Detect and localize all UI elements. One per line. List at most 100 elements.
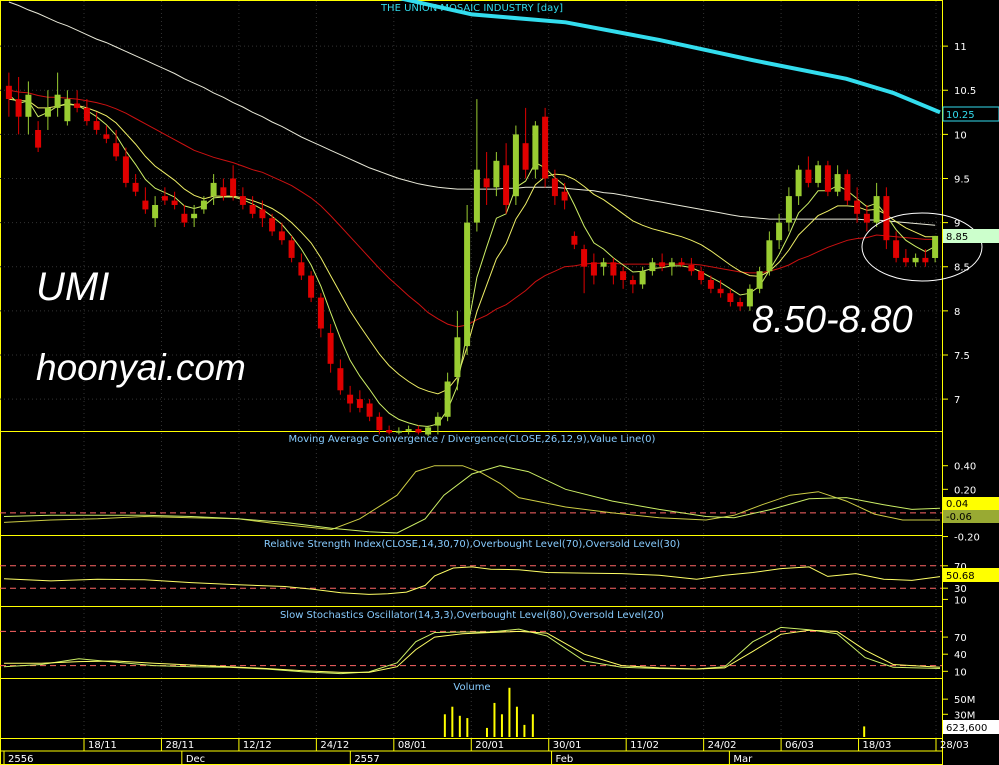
period-label: 2556 bbox=[8, 754, 33, 765]
candle-body bbox=[191, 213, 198, 219]
candle-body bbox=[737, 302, 744, 307]
y-tick-label: 10 bbox=[954, 595, 967, 606]
candle-body bbox=[44, 107, 51, 117]
candle-body bbox=[844, 174, 851, 201]
candle-body bbox=[249, 205, 256, 214]
x-tick-label: 24/12 bbox=[320, 740, 349, 751]
candle-body bbox=[512, 134, 519, 197]
y-tick-label: 7 bbox=[954, 395, 960, 406]
candle-body bbox=[259, 209, 266, 219]
candle-body bbox=[795, 169, 802, 197]
candle-body bbox=[64, 99, 71, 122]
y-tick-label: 11 bbox=[954, 42, 967, 53]
rsi-line bbox=[3, 566, 941, 595]
candle-body bbox=[824, 165, 831, 192]
y-tick-label: 70 bbox=[954, 633, 967, 644]
x-tick-label: 06/03 bbox=[785, 740, 814, 751]
candle-body bbox=[93, 121, 100, 130]
candle-body bbox=[337, 368, 344, 391]
candle-body bbox=[54, 94, 61, 108]
signal-value-text: -0.06 bbox=[946, 512, 972, 523]
macd-series-0 bbox=[3, 465, 940, 531]
candle-body bbox=[698, 271, 705, 280]
candle-body bbox=[766, 240, 773, 272]
y-tick-label: 0.20 bbox=[954, 485, 976, 496]
candle-body bbox=[376, 416, 383, 430]
candle-body bbox=[902, 257, 909, 263]
candle-body bbox=[678, 262, 685, 265]
volume-title: Volume bbox=[453, 682, 490, 693]
candle-body bbox=[181, 213, 188, 223]
x-tick-label: 20/01 bbox=[475, 740, 504, 751]
candle-body bbox=[35, 130, 42, 148]
candle-body bbox=[142, 200, 149, 210]
candle-body bbox=[434, 416, 441, 426]
candle-body bbox=[893, 240, 900, 258]
candle-body bbox=[454, 337, 461, 377]
candle-body bbox=[464, 222, 471, 347]
candle-body bbox=[707, 280, 714, 289]
candle-body bbox=[922, 257, 929, 263]
candle-body bbox=[308, 275, 315, 298]
period-label: 2557 bbox=[354, 754, 379, 765]
x-tick-label: 12/12 bbox=[243, 740, 272, 751]
candle-body bbox=[122, 156, 129, 183]
rsi-title: Relative Strength Index(CLOSE,14,30,70),… bbox=[264, 539, 680, 550]
candle-body bbox=[288, 240, 295, 258]
x-tick-label: 28/03 bbox=[940, 740, 969, 751]
y-tick-label: 8 bbox=[954, 307, 960, 318]
candle-body bbox=[405, 429, 412, 431]
candle-body bbox=[239, 196, 246, 205]
candle-body bbox=[815, 165, 822, 183]
candle-body bbox=[5, 85, 12, 99]
macd-panel: 0.400.200.00-0.20 bbox=[0, 462, 980, 544]
candle-body bbox=[366, 403, 373, 417]
candle-body bbox=[600, 262, 607, 267]
candle-body bbox=[717, 288, 724, 294]
candle-body bbox=[668, 262, 675, 267]
candle-body bbox=[103, 134, 110, 139]
candle-body bbox=[522, 143, 529, 170]
target-range-label: 8.50-8.80 bbox=[752, 299, 913, 341]
x-tick-label: 30/01 bbox=[553, 740, 582, 751]
x-tick-label: 24/02 bbox=[708, 740, 737, 751]
candle-body bbox=[200, 200, 207, 210]
candle-body bbox=[727, 293, 734, 302]
stoch-series-0 bbox=[3, 626, 941, 675]
macd-panel-frame bbox=[0, 431, 943, 536]
period-label: Dec bbox=[186, 754, 205, 765]
candle-body bbox=[483, 178, 490, 188]
candle-body bbox=[152, 205, 159, 219]
y-tick-label: 30M bbox=[954, 710, 975, 721]
candle-body bbox=[610, 262, 617, 276]
candle-body bbox=[532, 125, 539, 170]
site-label: hoonyai.com bbox=[36, 347, 246, 388]
candle-body bbox=[688, 265, 695, 272]
symbol-label: UMI bbox=[36, 265, 109, 309]
candle-body bbox=[571, 235, 578, 245]
candle-body bbox=[805, 169, 812, 183]
chart-window: 1110.5109.598.587.57 0.400.200.00-0.20 7… bbox=[0, 0, 999, 765]
sma-very-long-line bbox=[398, 0, 941, 115]
candle-body bbox=[561, 191, 568, 201]
candle-body bbox=[883, 196, 890, 241]
period-label: Mar bbox=[733, 754, 753, 765]
candle-body bbox=[912, 257, 919, 263]
y-tick-label: 10 bbox=[954, 667, 967, 678]
stoch-title: Slow Stochastics Oscillator(14,3,3),Over… bbox=[280, 610, 664, 621]
chart-canvas: 1110.5109.598.587.57 0.400.200.00-0.20 7… bbox=[0, 0, 999, 765]
candle-body bbox=[74, 103, 81, 108]
ma-value-text: 10.25 bbox=[946, 110, 975, 121]
candle-body bbox=[590, 262, 597, 276]
candle-body bbox=[785, 196, 792, 223]
candle-body bbox=[230, 178, 237, 197]
rsi-panel: 70503010 bbox=[0, 562, 967, 606]
x-tick-label: 18/03 bbox=[863, 740, 892, 751]
value-tags: 10.25 8.85 0.04 -0.06 50.68 623,600 bbox=[942, 106, 999, 734]
axes: 18/11 28/11 12/12 24/12 08/01 20/01 30/01 11/02… bbox=[0, 738, 969, 765]
candle-body bbox=[113, 143, 120, 157]
candle-body bbox=[863, 213, 870, 223]
candle-body bbox=[756, 271, 763, 289]
candle-body bbox=[542, 116, 549, 179]
candle-body bbox=[551, 178, 558, 197]
